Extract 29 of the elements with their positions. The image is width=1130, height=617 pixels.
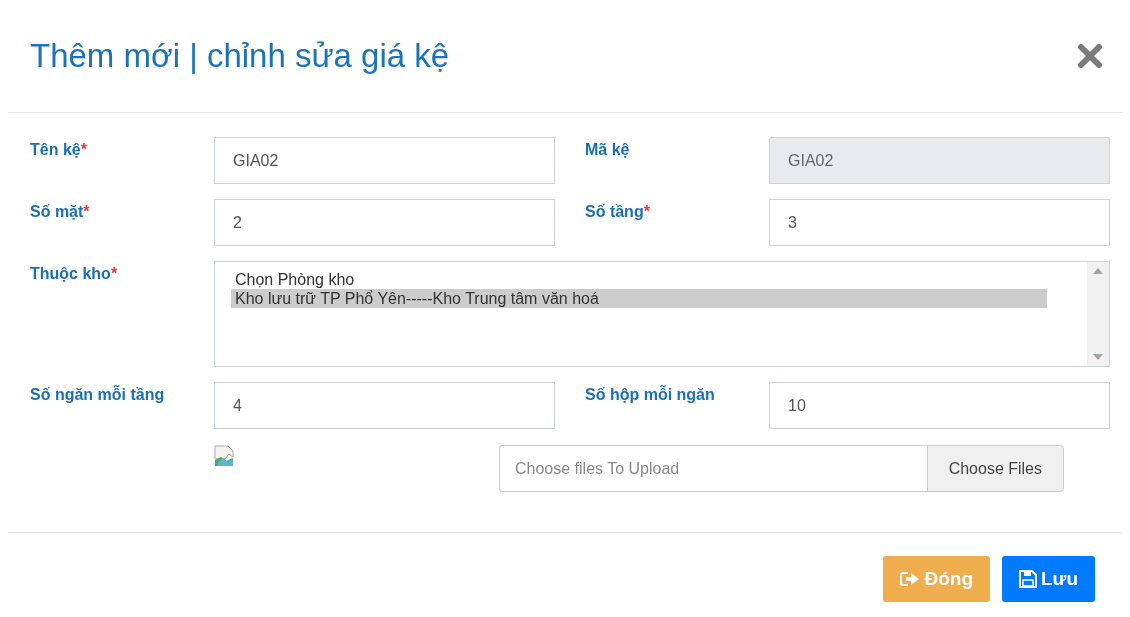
field-label: Thuộc kho* <box>30 264 119 284</box>
save-button[interactable]: Lưu <box>1002 556 1095 602</box>
listbox[interactable]: Chọn Phòng kho Kho lưu trữ TP Phổ Yên-----Kho Trung tâm văn hoá <box>214 261 1110 367</box>
broken-image-icon <box>214 445 236 467</box>
text-field[interactable]: 10 <box>769 382 1110 429</box>
close-icon[interactable] <box>1078 44 1102 68</box>
dialog-title: Thêm mới | chỉnh sửa giá kệ <box>30 37 450 75</box>
file-field[interactable]: Choose files To Upload <box>499 445 927 492</box>
field-label: Mã kệ <box>584 140 631 160</box>
required-mark: * <box>643 203 650 220</box>
field-label: Số hộp mỗi ngăn <box>584 384 716 405</box>
text-field[interactable]: 2 <box>214 199 555 246</box>
save-icon <box>1019 570 1037 588</box>
scroll-up-icon[interactable] <box>1093 268 1103 274</box>
field-label: Số mặt* <box>30 202 91 222</box>
listbox-option[interactable]: Kho lưu trữ TP Phổ Yên-----Kho Trung tâm văn hoá <box>231 289 1047 308</box>
text-field[interactable]: 4 <box>214 382 555 429</box>
field-label: Số ngăn mỗi tầng <box>30 384 166 405</box>
sign-out-icon <box>900 571 921 587</box>
required-mark: * <box>80 141 87 158</box>
field-label: Số tầng* <box>584 202 651 222</box>
choose-files-button[interactable]: Choose Files <box>926 445 1064 492</box>
required-mark: * <box>110 265 118 282</box>
text-field[interactable]: GIA02 <box>214 137 555 184</box>
required-mark: * <box>83 203 90 220</box>
listbox-option[interactable]: Chọn Phòng kho <box>231 270 1047 289</box>
text-field[interactable]: 3 <box>769 199 1110 246</box>
scroll-down-icon[interactable] <box>1093 354 1103 360</box>
field-label: Tên kệ* <box>30 140 88 160</box>
